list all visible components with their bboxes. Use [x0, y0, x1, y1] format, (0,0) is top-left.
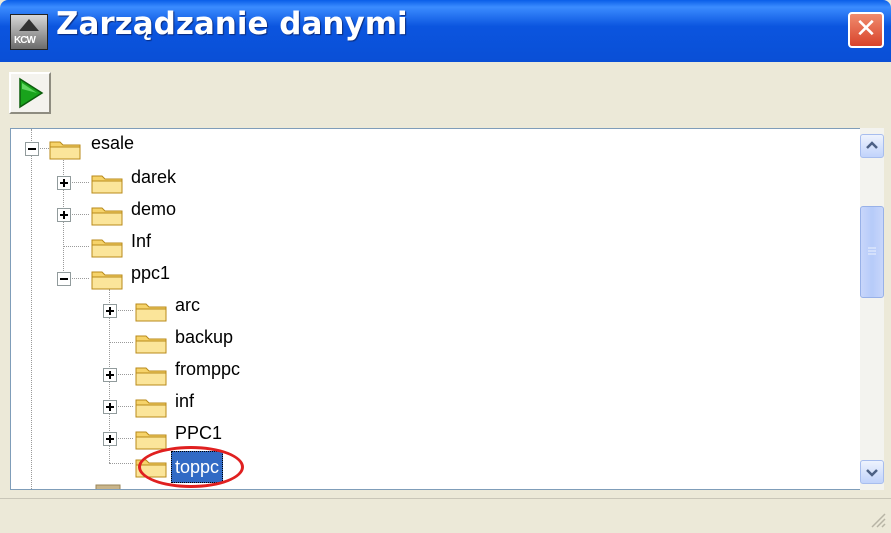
close-button[interactable]: ✕ [848, 12, 884, 48]
scroll-up-button[interactable] [860, 134, 884, 158]
app-window: KCW Zarządzanie danymi ✕ esale darek dem… [0, 0, 891, 533]
roof-shape [19, 19, 39, 31]
tree-item-label: inf [175, 391, 195, 411]
collapse-icon[interactable] [25, 142, 39, 156]
toolbar [0, 62, 891, 124]
tree-item-inf[interactable]: inf [11, 391, 311, 423]
highlight-ring [138, 446, 244, 488]
folder-icon [135, 399, 167, 418]
folder-icon [135, 367, 167, 386]
folder-icon [135, 303, 167, 322]
expand-icon[interactable] [57, 208, 71, 222]
run-button[interactable] [9, 72, 51, 114]
tree-item-label: darek [131, 167, 177, 187]
tree-item-label: demo [131, 199, 177, 219]
expand-icon[interactable] [103, 368, 117, 382]
folder-icon-partial [95, 484, 121, 489]
expand-icon[interactable] [57, 176, 71, 190]
tree-item-fromppc[interactable]: fromppc [11, 359, 311, 391]
tree-item-demo[interactable]: demo [11, 199, 311, 231]
expand-icon[interactable] [103, 304, 117, 318]
folder-icon [135, 335, 167, 354]
window-title: Zarządzanie danymi [56, 6, 408, 42]
grip-icon [868, 247, 876, 255]
app-icon-caption: KCW [14, 35, 36, 46]
expand-icon[interactable] [103, 432, 117, 446]
folder-icon [91, 207, 123, 226]
tree-item-darek[interactable]: darek [11, 167, 311, 199]
tree-item-label: ppc1 [131, 263, 171, 283]
vertical-scrollbar[interactable] [860, 128, 884, 490]
app-icon[interactable]: KCW [10, 14, 48, 50]
folder-open-icon [49, 141, 81, 160]
folder-icon [91, 239, 123, 258]
folder-icon [135, 431, 167, 450]
play-icon [19, 77, 44, 109]
folder-icon [91, 175, 123, 194]
tree-item-label: esale [91, 133, 135, 153]
chevron-down-icon [866, 469, 878, 477]
tree-item-label: backup [175, 327, 234, 347]
tree-item-ppc1[interactable]: ppc1 [11, 263, 311, 295]
tree-item-inf-upper[interactable]: Inf [11, 231, 311, 263]
status-bar [0, 498, 891, 533]
resize-grip-icon[interactable] [868, 510, 886, 528]
chevron-up-icon [866, 141, 878, 149]
tree-item-backup[interactable]: backup [11, 327, 311, 359]
close-icon: ✕ [855, 14, 877, 44]
folder-open-icon [91, 271, 123, 290]
tree-item-label: fromppc [175, 359, 241, 379]
collapse-icon[interactable] [57, 272, 71, 286]
tree-item-label: Inf [131, 231, 152, 251]
expand-icon[interactable] [103, 400, 117, 414]
folder-tree[interactable]: esale darek demo Inf ppc1 arc backup fro… [10, 128, 884, 490]
tree-item-label: arc [175, 295, 201, 315]
scroll-down-button[interactable] [860, 460, 884, 484]
scroll-thumb[interactable] [860, 206, 884, 298]
tree-item-esale[interactable]: esale [11, 133, 311, 165]
tree-item-arc[interactable]: arc [11, 295, 311, 327]
